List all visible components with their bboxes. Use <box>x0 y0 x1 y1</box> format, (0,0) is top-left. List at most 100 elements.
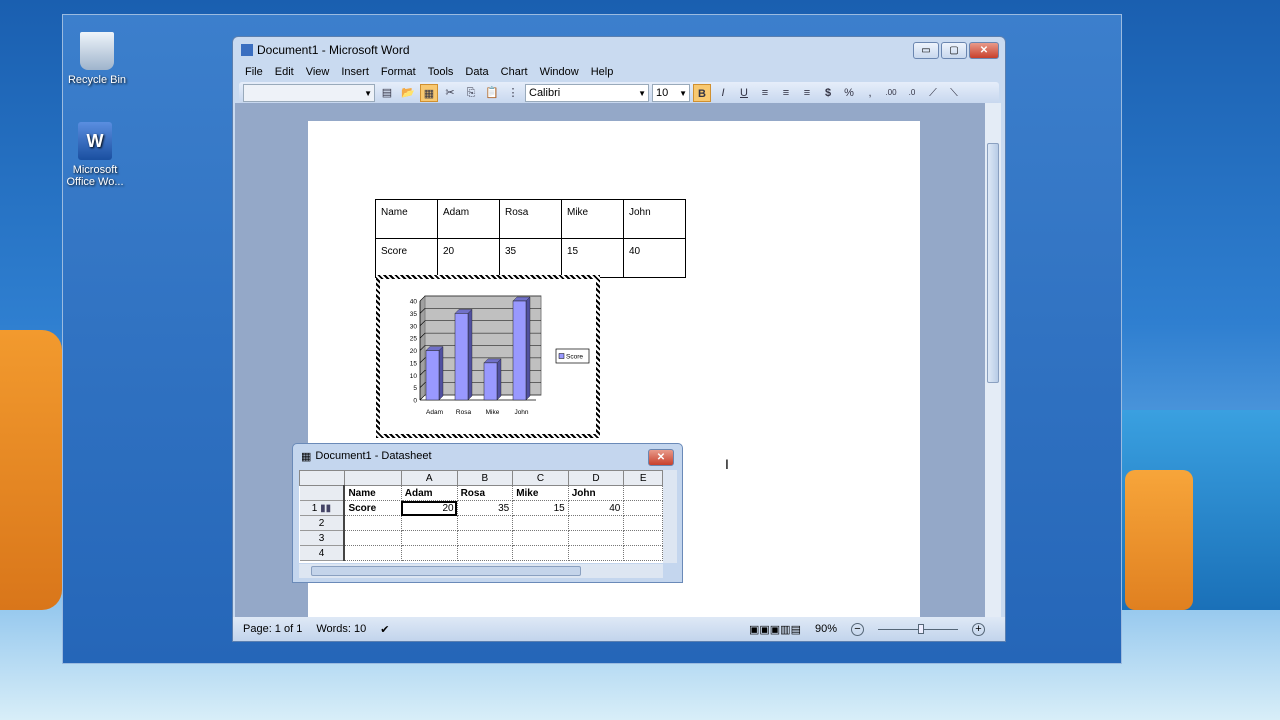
menu-edit[interactable]: Edit <box>269 66 300 78</box>
angle-text-down-icon[interactable]: ⟋ <box>924 84 942 102</box>
import-file-icon[interactable]: 📂 <box>399 84 417 102</box>
datasheet-cell[interactable]: Name <box>344 485 402 501</box>
datasheet-cell[interactable] <box>457 530 514 546</box>
datasheet-cell[interactable]: 20 <box>401 500 458 516</box>
view-datasheet-icon[interactable]: ▦ <box>420 84 438 102</box>
table-cell[interactable]: 15 <box>561 238 624 278</box>
toolbar-options-icon[interactable]: ⋮ <box>504 84 522 102</box>
increase-decimal-button[interactable]: .00 <box>882 84 900 102</box>
datasheet-cell[interactable] <box>568 530 625 546</box>
angle-text-up-icon[interactable]: ⟍ <box>945 84 963 102</box>
table-cell[interactable]: Score <box>375 238 438 278</box>
datasheet-close-button[interactable]: ✕ <box>648 449 674 466</box>
table-cell[interactable]: Mike <box>561 199 624 239</box>
row-header[interactable]: 1 ▮▮ <box>299 500 346 516</box>
table-cell[interactable]: Adam <box>437 199 500 239</box>
vertical-scrollbar[interactable] <box>985 103 1001 617</box>
datasheet-cell[interactable]: 35 <box>457 500 514 516</box>
decrease-decimal-button[interactable]: .0 <box>903 84 921 102</box>
menu-window[interactable]: Window <box>534 66 585 78</box>
menu-data[interactable]: Data <box>459 66 494 78</box>
datasheet-cell[interactable] <box>623 485 663 501</box>
datasheet-cell[interactable] <box>623 500 663 516</box>
zoom-level[interactable]: 90% <box>815 623 837 635</box>
datasheet-cell[interactable] <box>512 530 569 546</box>
datasheet-cell[interactable] <box>457 545 514 561</box>
font-size-combo[interactable]: 10 ▼ <box>652 84 690 102</box>
table-cell[interactable]: 20 <box>437 238 500 278</box>
menu-insert[interactable]: Insert <box>335 66 375 78</box>
row-header[interactable]: 2 <box>299 515 346 531</box>
datasheet-vertical-scrollbar[interactable] <box>663 470 677 563</box>
align-left-icon[interactable]: ≡ <box>756 84 774 102</box>
datasheet-horizontal-scrollbar[interactable] <box>299 564 663 578</box>
datasheet-cell[interactable] <box>344 545 402 561</box>
cut-icon[interactable]: ✂ <box>441 84 459 102</box>
percent-button[interactable]: % <box>840 84 858 102</box>
datasheet-cell[interactable] <box>401 530 458 546</box>
copy-icon[interactable]: ⎘ <box>462 84 480 102</box>
datasheet-cell[interactable]: Mike <box>512 485 569 501</box>
menu-file[interactable]: File <box>239 66 269 78</box>
datasheet-cell[interactable] <box>344 530 402 546</box>
scrollbar-thumb[interactable] <box>987 143 999 383</box>
zoom-in-button[interactable]: + <box>972 622 985 636</box>
datasheet-cell[interactable] <box>568 515 625 531</box>
datasheet-cell[interactable]: Score <box>344 500 402 516</box>
datasheet-cell[interactable] <box>568 545 625 561</box>
datasheet-cell[interactable]: John <box>568 485 625 501</box>
minimize-button[interactable]: ▭ <box>913 42 939 59</box>
align-right-icon[interactable]: ≡ <box>798 84 816 102</box>
page-count[interactable]: Page: 1 of 1 <box>243 623 302 635</box>
menu-view[interactable]: View <box>300 66 336 78</box>
scrollbar-thumb[interactable] <box>311 566 581 576</box>
datasheet-cell[interactable]: Rosa <box>457 485 514 501</box>
row-header[interactable]: 4 <box>299 545 346 561</box>
datasheet-cell[interactable] <box>623 515 663 531</box>
align-center-icon[interactable]: ≡ <box>777 84 795 102</box>
comma-button[interactable]: , <box>861 84 879 102</box>
menu-format[interactable]: Format <box>375 66 422 78</box>
format-object-icon[interactable]: ▤ <box>378 84 396 102</box>
desktop-icon-recycle-bin[interactable]: Recycle Bin <box>62 32 132 86</box>
datasheet-cell[interactable]: 15 <box>512 500 569 516</box>
maximize-button[interactable]: ▢ <box>941 42 967 59</box>
zoom-out-button[interactable]: − <box>851 622 864 636</box>
table-cell[interactable]: 40 <box>623 238 686 278</box>
row-header[interactable]: 3 <box>299 530 346 546</box>
datasheet-cell[interactable] <box>401 515 458 531</box>
chart-objects-combo[interactable]: ▼ <box>243 84 375 102</box>
proofing-icon[interactable]: ✔ <box>380 623 389 636</box>
bold-button[interactable]: B <box>693 84 711 102</box>
datasheet-cell[interactable] <box>512 545 569 561</box>
menu-chart[interactable]: Chart <box>495 66 534 78</box>
view-buttons[interactable]: ▣▣▣▥▤ <box>749 623 801 636</box>
datasheet-cell[interactable] <box>457 515 514 531</box>
datasheet-cell[interactable] <box>344 515 402 531</box>
desktop-icon-word[interactable]: W Microsoft Office Wo... <box>60 122 130 188</box>
table-cell[interactable]: 35 <box>499 238 562 278</box>
zoom-slider[interactable] <box>878 623 958 634</box>
datasheet-cell[interactable]: Adam <box>401 485 458 501</box>
datasheet-cell[interactable] <box>623 530 663 546</box>
column-header[interactable]: C <box>512 470 569 486</box>
datasheet-cell[interactable] <box>401 545 458 561</box>
currency-button[interactable]: $ <box>819 84 837 102</box>
italic-button[interactable]: I <box>714 84 732 102</box>
table-cell[interactable]: Name <box>375 199 438 239</box>
close-button[interactable]: ✕ <box>969 42 999 59</box>
embedded-chart-object[interactable]: 0 5 10 15 20 25 30 35 40 Adam Rosa Mike John Score <box>376 275 600 438</box>
column-header[interactable]: E <box>623 470 663 486</box>
datasheet-cell[interactable] <box>623 545 663 561</box>
column-header[interactable]: B <box>456 470 514 486</box>
menu-tools[interactable]: Tools <box>422 66 460 78</box>
paste-icon[interactable]: 📋 <box>483 84 501 102</box>
word-count[interactable]: Words: 10 <box>316 623 366 635</box>
column-header[interactable]: A <box>400 470 458 486</box>
column-header[interactable]: D <box>567 470 625 486</box>
column-header[interactable] <box>343 470 402 486</box>
font-combo[interactable]: Calibri ▼ <box>525 84 649 102</box>
table-cell[interactable]: John <box>623 199 686 239</box>
datasheet-cell[interactable] <box>512 515 569 531</box>
table-cell[interactable]: Rosa <box>499 199 562 239</box>
